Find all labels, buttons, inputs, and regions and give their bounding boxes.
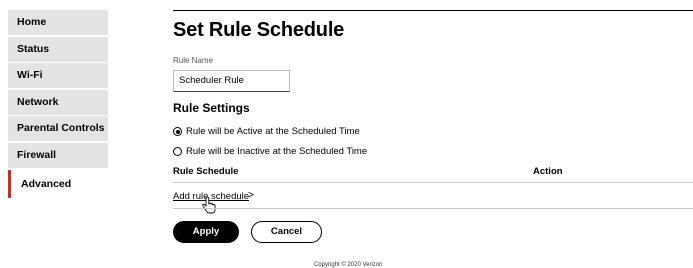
header-divider — [173, 10, 693, 11]
chevron-right-icon: > — [248, 190, 254, 201]
radio-rule-active[interactable]: Rule will be Active at the Scheduled Tim… — [173, 126, 360, 137]
rule-name-label: Rule Name — [173, 56, 214, 65]
radio-selected-icon[interactable] — [173, 127, 182, 136]
sidebar-item-firewall[interactable]: Firewall — [8, 142, 108, 168]
column-header-action: Action — [533, 166, 563, 177]
column-header-rule-schedule: Rule Schedule — [173, 166, 239, 177]
radio-rule-inactive[interactable]: Rule will be Inactive at the Scheduled T… — [173, 146, 367, 157]
sidebar-item-wifi[interactable]: Wi-Fi — [8, 63, 108, 89]
sidebar-item-network[interactable]: Network — [8, 89, 108, 115]
sidebar-item-status[interactable]: Status — [8, 36, 108, 62]
sidebar-nav: Home Status Wi-Fi Network Parental Contr… — [8, 10, 108, 199]
copyright-footer: Copyright © 2020 Verizon — [314, 262, 383, 268]
sidebar-item-parental-controls[interactable]: Parental Controls — [8, 116, 108, 142]
section-divider — [173, 208, 693, 209]
radio-unselected-icon[interactable] — [173, 147, 182, 156]
cancel-button[interactable]: Cancel — [251, 221, 322, 243]
radio-rule-active-label: Rule will be Active at the Scheduled Tim… — [186, 126, 360, 137]
radio-rule-inactive-label: Rule will be Inactive at the Scheduled T… — [186, 146, 368, 157]
table-divider — [173, 182, 693, 183]
rule-settings-heading: Rule Settings — [173, 101, 250, 115]
apply-button[interactable]: Apply — [173, 221, 239, 243]
page-title: Set Rule Schedule — [173, 19, 345, 41]
sidebar-item-home[interactable]: Home — [8, 10, 108, 35]
sidebar-item-advanced[interactable]: Advanced — [8, 169, 108, 198]
rule-name-input[interactable]: Scheduler Rule — [173, 70, 290, 92]
